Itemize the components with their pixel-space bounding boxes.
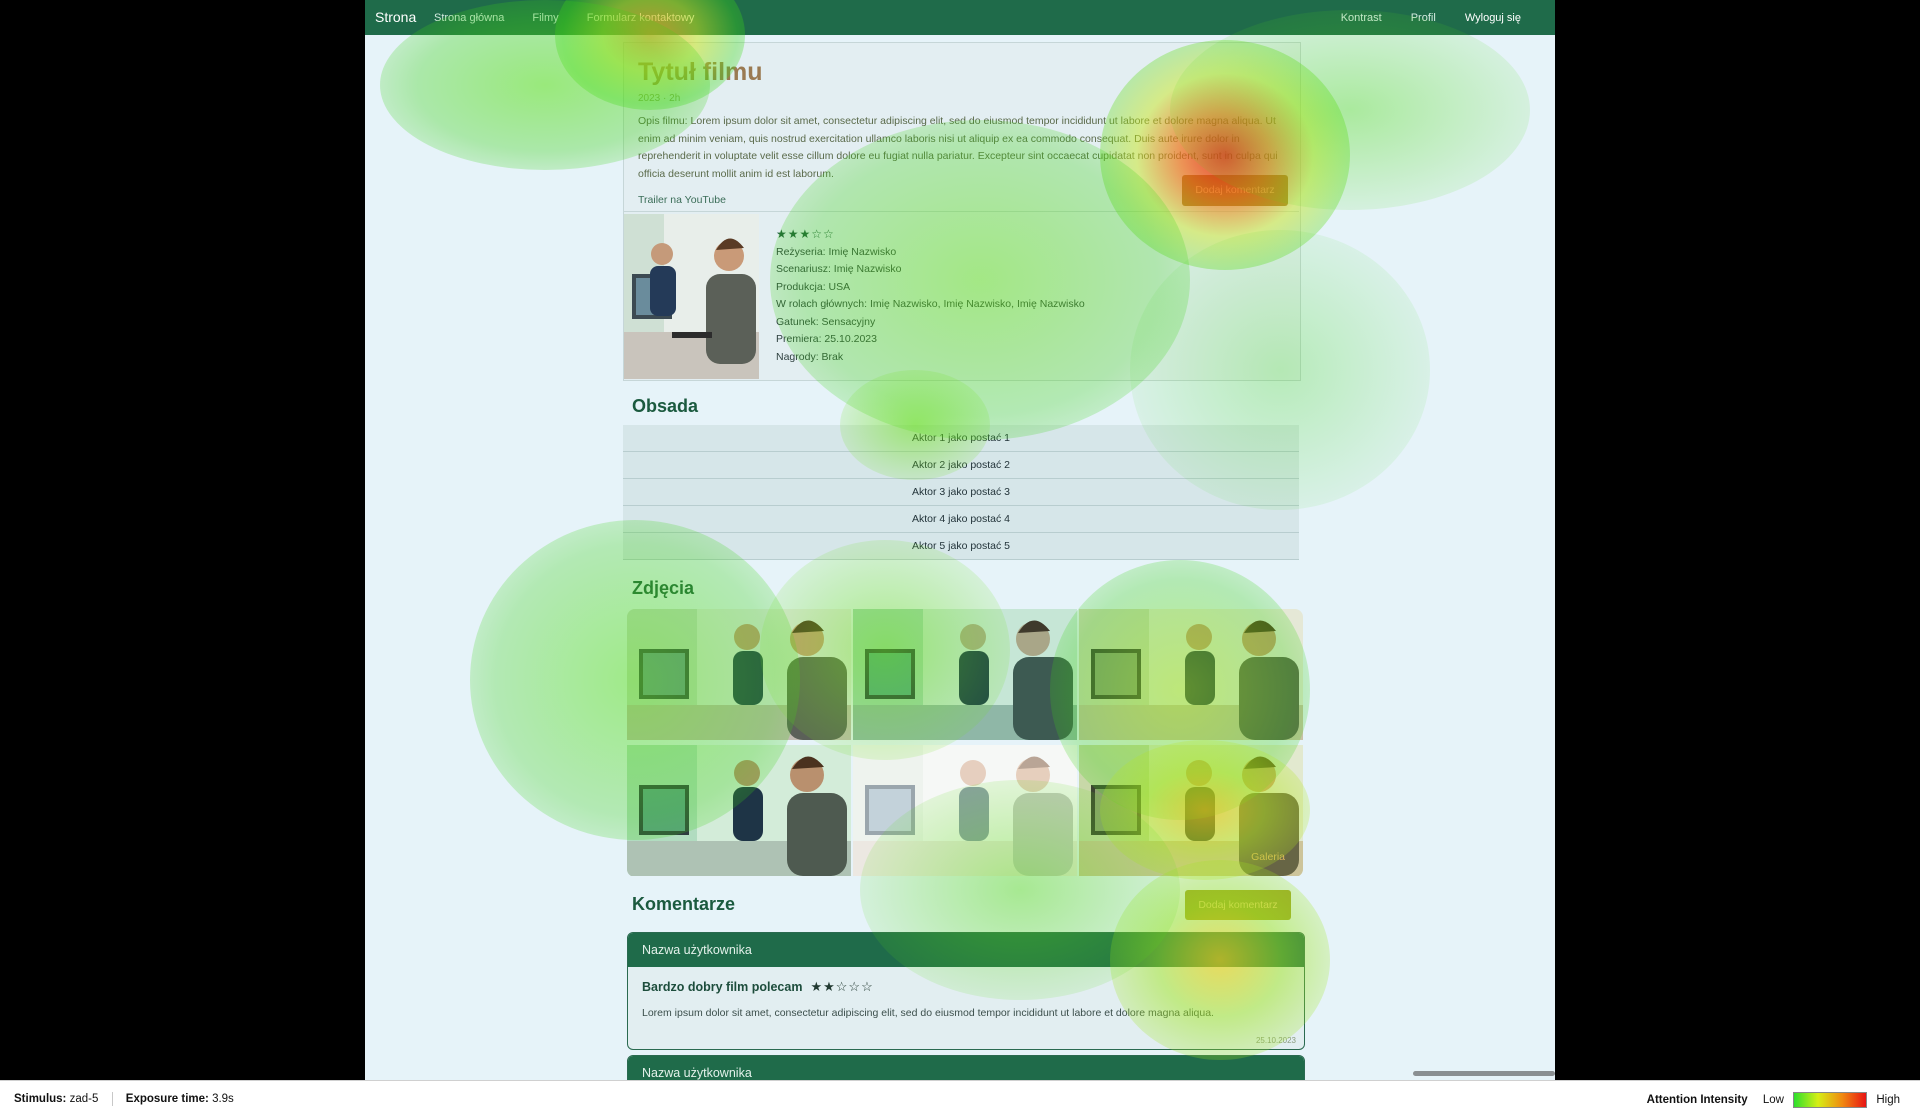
cast-row: Aktor 1 jako postać 1 — [623, 425, 1299, 452]
detail-starring: W rolach głównych: Imię Nazwisko, Imię N… — [776, 298, 1085, 310]
comments-title: Komentarze — [632, 894, 736, 914]
gallery-photo[interactable] — [1079, 609, 1303, 740]
trailer-link[interactable]: Trailer na YouTube — [638, 194, 726, 206]
nav-links: Strona główna Filmy Formularz kontaktowy — [434, 12, 719, 24]
gallery-photo[interactable] — [627, 609, 851, 740]
heatmap-stage: Strona Strona główna Filmy Formularz kon… — [0, 0, 1920, 1080]
nav-profile[interactable]: Profil — [1411, 12, 1436, 24]
movie-poster — [624, 214, 759, 379]
movie-title: Tytuł filmu — [638, 58, 763, 86]
legend-high: High — [1876, 1094, 1900, 1107]
detail-production: Produkcja: USA — [776, 280, 851, 293]
add-comment-button-top[interactable]: Dodaj komentarz — [1182, 175, 1288, 206]
photos-title: Zdjęcia — [632, 578, 695, 598]
gallery-photo[interactable] — [853, 745, 1077, 876]
movie-meta: 2023 · 2h — [638, 93, 681, 104]
gallery-link[interactable]: Galeria — [1251, 851, 1285, 863]
navbar: Strona Strona główna Filmy Formularz kon… — [365, 0, 1555, 35]
detail-awards: Nagrody: Brak — [776, 350, 844, 363]
legend-title: Attention Intensity — [1646, 1094, 1748, 1107]
comment-title-text: Bardzo dobry film polecam — [642, 980, 803, 994]
stimulus-info: Stimulus: zad-5 Exposure time: 3.9s — [14, 1092, 234, 1106]
cast-row: Aktor 2 jako postać 2 — [623, 452, 1299, 479]
cast-list: Aktor 1 jako postać 1 Aktor 2 jako posta… — [623, 425, 1299, 560]
movie-details: ★★★☆☆ Reżyseria: Imię Nazwisko Scenarius… — [623, 211, 1299, 380]
nav-right: Kontrast Profil Wyloguj się — [1315, 12, 1521, 24]
detail-genre: Gatunek: Sensacyjny — [776, 315, 876, 328]
cast-row: Aktor 5 jako postać 5 — [623, 533, 1299, 560]
comment-body: Bardzo dobry film polecam ★★☆☆☆ Lorem ips… — [628, 967, 1304, 1049]
cast-row: Aktor 3 jako postać 3 — [623, 479, 1299, 506]
status-bar: Stimulus: zad-5 Exposure time: 3.9s Atte… — [0, 1080, 1920, 1115]
brand-link[interactable]: Strona — [375, 9, 416, 25]
stimulus-value: zad-5 — [69, 1093, 99, 1106]
status-separator — [111, 1092, 113, 1106]
detail-premiere: Premiera: 25.10.2023 — [776, 333, 877, 345]
cast-row: Aktor 4 jako postać 4 — [623, 506, 1299, 533]
detail-screenplay: Scenariusz: Imię Nazwisko — [776, 263, 902, 275]
comment-card: Nazwa użytkownika — [627, 1055, 1305, 1080]
horizontal-scrollbar[interactable] — [1413, 1071, 1555, 1076]
photo-gallery[interactable]: Galeria — [627, 609, 1303, 877]
legend-low: Low — [1762, 1094, 1784, 1107]
details-list: ★★★☆☆ Reżyseria: Imię Nazwisko Scenarius… — [776, 226, 1085, 366]
stimulus-label: Stimulus: — [14, 1093, 67, 1106]
nav-movies[interactable]: Filmy — [532, 12, 558, 24]
rating-stars: ★★★☆☆ — [776, 227, 835, 241]
add-comment-button[interactable]: Dodaj komentarz — [1185, 890, 1291, 920]
exposure-label: Exposure time: — [125, 1093, 209, 1106]
gallery-photo[interactable] — [627, 745, 851, 876]
comment-text: Lorem ipsum dolor sit amet, consectetur … — [642, 1007, 1214, 1019]
nav-contact-form[interactable]: Formularz kontaktowy — [587, 12, 695, 24]
comment-date: 25.10.2023 — [1255, 1036, 1296, 1045]
detail-director: Reżyseria: Imię Nazwisko — [776, 245, 897, 258]
gallery-photo[interactable] — [853, 609, 1077, 740]
comment-stars: ★★☆☆☆ — [810, 979, 874, 994]
exposure-value: 3.9s — [212, 1093, 234, 1106]
comment-card: Nazwa użytkownika Bardzo dobry film pole… — [627, 932, 1305, 1050]
movie-description: Opis filmu: Lorem ipsum dolor sit amet, … — [638, 115, 1278, 180]
nav-home[interactable]: Strona główna — [434, 12, 504, 24]
attention-legend: Attention Intensity Low High — [1647, 1092, 1900, 1108]
nav-logout[interactable]: Wyloguj się — [1465, 12, 1521, 24]
comment-username: Nazwa użytkownika — [628, 933, 1304, 967]
nav-contrast[interactable]: Kontrast — [1341, 12, 1382, 24]
comment-username: Nazwa użytkownika — [628, 1056, 1304, 1080]
webpage: Strona Strona główna Filmy Formularz kon… — [365, 0, 1555, 1080]
comment-title: Bardzo dobry film polecam ★★☆☆☆ — [642, 979, 874, 995]
cast-title: Obsada — [632, 396, 699, 416]
legend-gradient — [1793, 1092, 1868, 1108]
